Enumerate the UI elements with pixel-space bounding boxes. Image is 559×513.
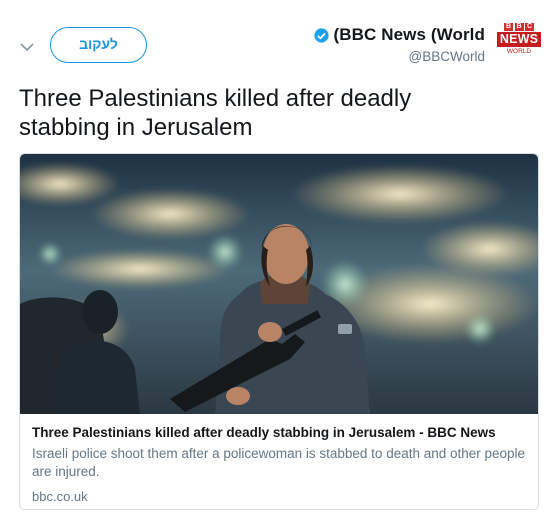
link-card[interactable]: Three Palestinians killed after deadly s… <box>19 153 539 510</box>
bbc-letter-b2: B <box>514 23 524 31</box>
avatar[interactable]: B B C NEWS WORLD <box>496 23 542 63</box>
card-image[interactable] <box>20 154 539 414</box>
bbc-letter-c: C <box>525 23 534 31</box>
follow-button[interactable]: לעקוב <box>50 27 147 63</box>
bbc-logo: B B C <box>504 23 534 31</box>
card-domain: bbc.co.uk <box>32 489 88 504</box>
news-logo-text: NEWS <box>496 32 542 47</box>
account-info[interactable]: (BBC News (World @BBCWorld <box>313 24 485 64</box>
chevron-down-icon[interactable] <box>16 36 38 58</box>
card-title[interactable]: Three Palestinians killed after deadly s… <box>32 424 528 442</box>
display-name[interactable]: (BBC News (World <box>334 25 485 45</box>
world-logo-text: WORLD <box>506 48 532 55</box>
handle[interactable]: @BBCWorld <box>313 49 485 64</box>
tweet-text: Three Palestinians killed after deadly s… <box>19 85 412 141</box>
bbc-letter-b1: B <box>504 23 513 31</box>
verified-badge-icon <box>313 27 329 43</box>
card-description: Israeli police shoot them after a police… <box>32 446 526 479</box>
